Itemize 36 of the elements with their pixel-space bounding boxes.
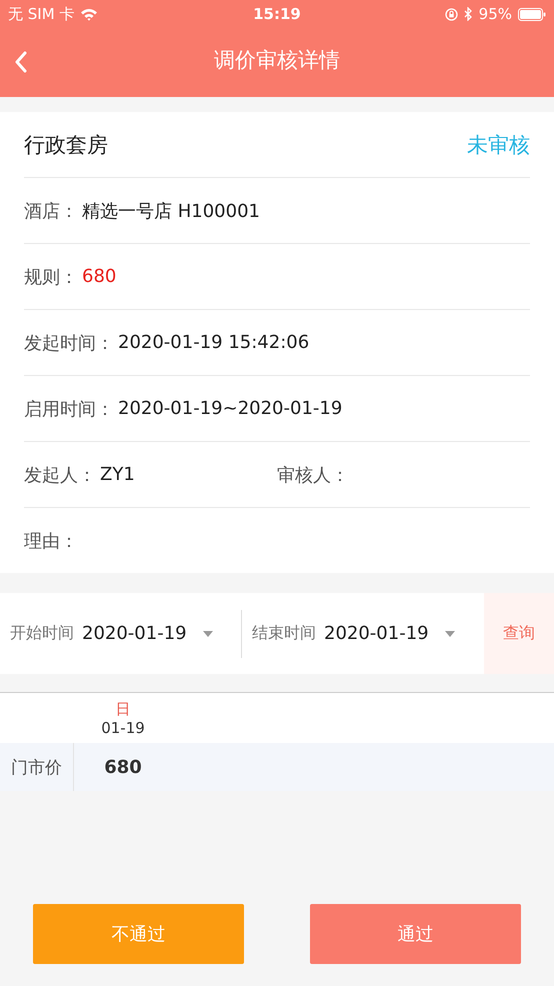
field-label: 发起时间： [24,332,114,354]
field-label: 规则： [24,266,78,288]
field-value: 精选一号店 H100001 [82,200,260,222]
wifi-icon [80,8,98,20]
weekday-header: 日 [116,700,130,718]
query-button[interactable]: 查询 [484,593,554,674]
carrier-text: 无 SIM 卡 [8,4,74,24]
battery-icon [518,8,546,20]
start-date-label: 开始时间 [10,623,74,644]
end-date-dropdown[interactable]: 2020-01-19 [324,623,455,644]
field-label: 理由： [24,530,78,552]
price-cell-text: 680 [103,756,143,778]
caret-icon [444,630,455,636]
reject-button[interactable]: 不通过 [33,904,244,964]
field-value: 2020-01-19~2020-01-19 [118,398,342,419]
row-label: 门市价 [0,743,74,791]
room-name: 行政套房 [24,132,108,158]
price-value: 680 [82,266,116,287]
date-header: 01-19 [101,718,145,736]
field-label: 发起人： [24,464,96,486]
field-label: 审核人： [277,464,349,486]
field-label: 启用时间： [24,398,114,420]
back-button[interactable] [14,51,28,73]
caret-icon [202,630,213,636]
field-value: 2020-01-19 15:42:06 [118,332,310,353]
end-date-label: 结束时间 [252,623,316,644]
battery-percent: 95% [478,5,512,23]
field-value: ZY1 [100,464,135,485]
bluetooth-icon [464,7,473,21]
approve-button[interactable]: 通过 [310,904,521,964]
clock-time: 15:19 [253,5,301,23]
rotation-lock-icon [444,8,458,20]
start-date-dropdown[interactable]: 2020-01-19 [82,623,213,644]
review-status: 未审核 [467,132,530,158]
field-label: 酒店： [24,200,78,222]
page-title: 调价审核详情 [214,46,340,74]
